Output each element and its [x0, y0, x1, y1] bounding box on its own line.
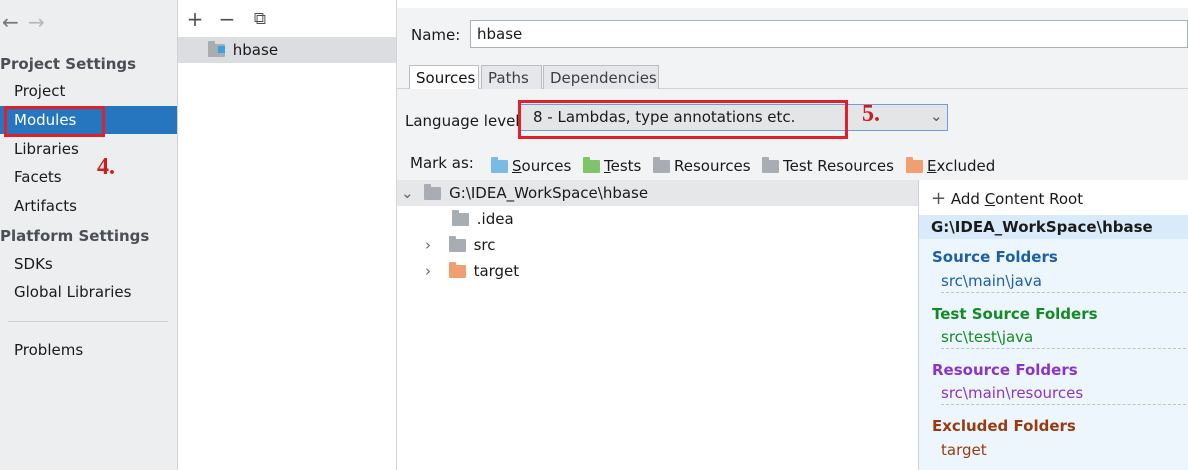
test-source-folder-path[interactable]: src\test\java [941, 326, 1186, 349]
mark-resources-button[interactable]: Resources [653, 157, 751, 175]
content-root-tree: ⌄ G:\IDEA_WorkSpace\hbase .idea › src › … [397, 180, 918, 470]
tree-item-target[interactable]: › target [397, 258, 918, 284]
mark-excluded-button[interactable]: Excluded [906, 157, 995, 175]
mark-tests-button[interactable]: Tests [583, 157, 641, 175]
excluded-folder-icon [448, 262, 466, 278]
annotation-step-5: 5. [862, 101, 880, 127]
nav-item-project[interactable]: Project [0, 77, 177, 105]
resource-folder-path[interactable]: src\main\resources [941, 382, 1186, 405]
excluded-folders-title: Excluded Folders [932, 417, 1076, 435]
sidebar-divider [8, 321, 168, 322]
resource-folders-title: Resource Folders [932, 361, 1078, 379]
plus-icon: + [931, 188, 947, 209]
tree-root-label: G:\IDEA_WorkSpace\hbase [449, 184, 649, 202]
module-name-input[interactable]: hbase [470, 20, 1188, 48]
tab-dependencies[interactable]: Dependencies [543, 65, 659, 89]
chevron-right-icon[interactable]: › [425, 262, 431, 280]
name-label: Name: [411, 26, 461, 44]
tree-item-label: target [473, 262, 520, 280]
remove-module-button[interactable]: − [216, 8, 238, 30]
folder-icon [424, 184, 442, 200]
chevron-right-icon[interactable]: › [425, 236, 431, 254]
test-resource-folder-icon [762, 157, 779, 173]
mark-as-label: Mark as: [410, 154, 474, 172]
resource-folder-icon [653, 157, 670, 173]
module-list-item[interactable]: hbase [178, 37, 396, 63]
platform-settings-heading: Platform Settings [0, 227, 150, 245]
mark-sources-button[interactable]: Sources [491, 157, 571, 175]
mark-test-resources-button[interactable]: Test Resources [762, 157, 894, 175]
nav-item-facets[interactable]: Facets [0, 163, 177, 191]
nav-item-global-libraries[interactable]: Global Libraries [0, 278, 177, 306]
excluded-folder-icon [906, 157, 923, 173]
tree-item-src[interactable]: › src [397, 232, 918, 258]
tree-item-label: .idea [476, 210, 514, 228]
nav-item-problems[interactable]: Problems [0, 336, 177, 364]
module-folder-icon [208, 37, 225, 63]
excluded-folder-path[interactable]: target [941, 439, 1186, 461]
folder-icon [448, 236, 466, 252]
add-content-root-button[interactable]: + Add Content Root [931, 188, 1083, 209]
forward-arrow-icon[interactable]: → [28, 10, 45, 34]
language-level-label: Language level: [405, 112, 525, 130]
annotation-box-modules [4, 106, 105, 137]
chevron-down-icon[interactable]: ⌄ [401, 184, 414, 202]
module-name: hbase [232, 41, 279, 59]
back-arrow-icon[interactable]: ← [2, 10, 19, 34]
source-folder-path[interactable]: src\main\java [941, 270, 1186, 293]
nav-item-libraries[interactable]: Libraries [0, 135, 177, 163]
tree-item-label: src [473, 236, 496, 254]
tree-root-row[interactable]: ⌄ G:\IDEA_WorkSpace\hbase [397, 180, 918, 206]
copy-module-button[interactable]: ⧉ [249, 8, 271, 30]
source-folder-icon [491, 157, 508, 173]
nav-item-sdks[interactable]: SDKs [0, 250, 177, 278]
tree-item-idea[interactable]: .idea [397, 206, 918, 232]
tab-paths[interactable]: Paths [481, 65, 542, 89]
content-root-path: G:\IDEA_WorkSpace\hbase [919, 215, 1188, 239]
nav-item-artifacts[interactable]: Artifacts [0, 192, 177, 220]
test-source-folders-title: Test Source Folders [932, 305, 1098, 323]
project-settings-heading: Project Settings [0, 55, 137, 73]
tab-sources[interactable]: Sources [409, 65, 479, 90]
add-module-button[interactable]: + [184, 8, 206, 30]
test-folder-icon [583, 157, 600, 173]
modules-list-panel [178, 0, 397, 470]
folder-icon [452, 210, 469, 226]
annotation-box-language-level [518, 100, 848, 139]
annotation-step-4: 4. [97, 154, 115, 180]
source-folders-title: Source Folders [932, 248, 1058, 266]
chevron-down-icon[interactable]: ⌄ [930, 107, 943, 125]
